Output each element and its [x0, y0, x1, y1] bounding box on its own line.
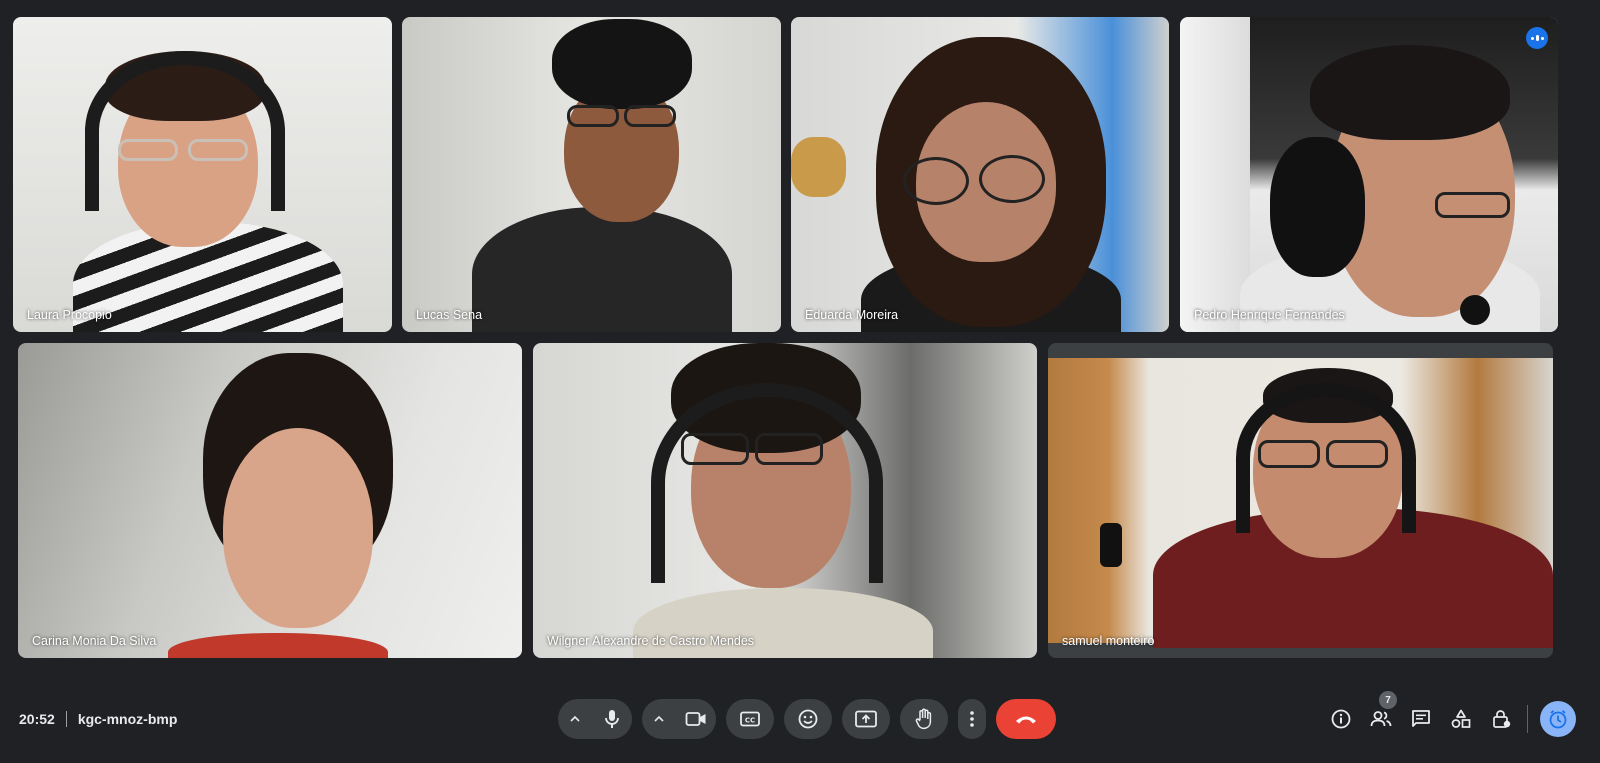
meeting-info: 20:52 kgc-mnoz-bmp	[19, 711, 177, 727]
call-controls: CC	[558, 699, 1056, 739]
host-controls-button[interactable]	[1487, 699, 1515, 739]
host-controls-icon	[1493, 710, 1511, 728]
video-feed	[791, 17, 1169, 332]
video-options-button[interactable]	[642, 699, 676, 739]
bottom-toolbar: 20:52 kgc-mnoz-bmp CC 7	[0, 688, 1600, 752]
meeting-code[interactable]: kgc-mnoz-bmp	[78, 711, 178, 727]
participant-name: Pedro Henrique Fernandes	[1194, 308, 1345, 322]
chevron-up-icon	[654, 715, 664, 722]
participant-name: samuel monteiro	[1062, 634, 1155, 648]
participant-name: Laura Procopio	[27, 308, 112, 322]
microphone-icon	[605, 710, 619, 728]
participant-name: Wilgner Alexandre de Castro Mendes	[547, 634, 755, 648]
leave-call-button[interactable]	[996, 699, 1056, 739]
participant-tile-pedro[interactable]: Pedro Henrique Fernandes	[1180, 17, 1558, 332]
more-options-button[interactable]	[958, 699, 986, 739]
speaking-indicator-icon	[1526, 27, 1548, 49]
microphone-button[interactable]	[592, 699, 632, 739]
emoji-icon	[798, 709, 818, 729]
video-feed	[1048, 358, 1553, 648]
divider	[65, 711, 67, 727]
divider	[1527, 705, 1528, 733]
audio-options-button[interactable]	[558, 699, 592, 739]
timer-icon	[1549, 710, 1567, 729]
timer-button[interactable]	[1540, 701, 1576, 737]
people-icon	[1370, 711, 1392, 727]
camera-button[interactable]	[676, 699, 716, 739]
camera-icon	[685, 712, 706, 726]
video-feed	[1180, 17, 1558, 332]
clock: 20:52	[19, 711, 55, 727]
participant-name: Eduarda Moreira	[805, 308, 899, 322]
video-feed	[402, 17, 781, 332]
activities-button[interactable]	[1447, 699, 1475, 739]
participant-name: Carina Monia Da Silva	[32, 634, 157, 648]
participant-tile-wilgner[interactable]: Wilgner Alexandre de Castro Mendes	[533, 343, 1037, 658]
video-control-group	[642, 699, 716, 739]
video-feed	[533, 343, 1037, 658]
guitar-decor	[791, 137, 846, 197]
captions-button[interactable]: CC	[726, 699, 774, 739]
people-button[interactable]: 7	[1367, 691, 1397, 739]
raise-hand-button[interactable]	[900, 699, 948, 739]
reactions-button[interactable]	[784, 699, 832, 739]
video-feed	[18, 343, 522, 658]
present-screen-button[interactable]	[842, 699, 890, 739]
participant-tile-carina[interactable]: Carina Monia Da Silva	[18, 343, 522, 658]
side-panel-controls: 7	[1327, 691, 1576, 739]
meeting-details-button[interactable]	[1327, 699, 1355, 739]
svg-text:CC: CC	[745, 716, 755, 724]
hang-up-icon	[1016, 716, 1036, 724]
raise-hand-icon	[915, 708, 932, 730]
participant-count-badge: 7	[1379, 691, 1397, 709]
info-icon	[1331, 709, 1351, 729]
chevron-up-icon	[570, 715, 580, 722]
more-options-icon	[970, 711, 974, 727]
participant-name: Lucas Sena	[416, 308, 483, 322]
activities-icon	[1451, 709, 1471, 728]
audio-control-group	[558, 699, 632, 739]
participant-tile-lucas[interactable]: Lucas Sena	[402, 17, 781, 332]
present-icon	[855, 710, 877, 728]
captions-icon: CC	[740, 711, 760, 727]
participant-tile-samuel[interactable]: samuel monteiro	[1048, 343, 1553, 658]
video-feed	[13, 17, 392, 332]
headset-earcup	[1270, 137, 1365, 277]
participant-tile-laura[interactable]: Laura Procopio	[13, 17, 392, 332]
chat-button[interactable]	[1407, 699, 1435, 739]
participant-tile-eduarda[interactable]: Eduarda Moreira	[791, 17, 1169, 332]
chat-icon	[1412, 710, 1430, 727]
